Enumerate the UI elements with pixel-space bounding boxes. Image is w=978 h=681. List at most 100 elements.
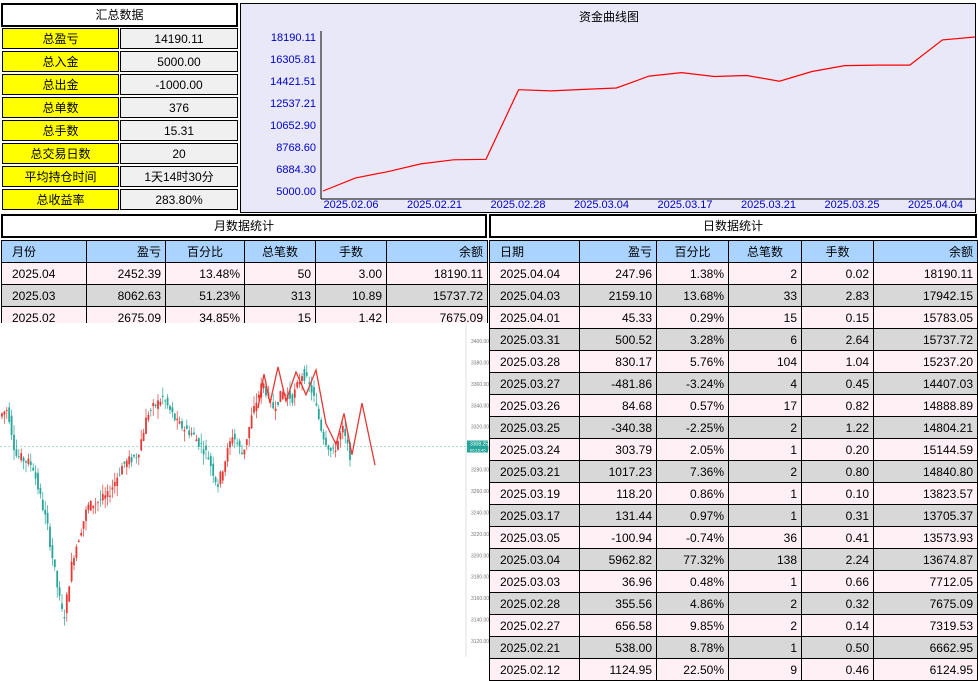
candle-body [34, 472, 37, 479]
daily-cell: 45.33 [579, 306, 657, 329]
candle-body [142, 432, 145, 441]
daily-cell: 15237.20 [873, 350, 978, 373]
daily-cell: 2025.03.03 [489, 570, 580, 593]
y-tick-label: 18190.11 [271, 32, 316, 44]
daily-cell: 0.97% [656, 504, 729, 527]
daily-table-row[interactable]: 2025.03.21 1017.23 7.36% 2 0.80 14840.80 [489, 460, 978, 483]
candle-body [229, 441, 231, 448]
daily-table-row[interactable]: 2025.02.21 538.00 8.78% 1 0.50 6662.95 [489, 636, 978, 659]
summary-row: 总手数 15.31 [1, 120, 238, 143]
daily-table-row[interactable]: 2025.04.01 45.33 0.29% 15 0.15 15783.05 [489, 306, 978, 329]
daily-table-row[interactable]: 2025.03.05 -100.94 -0.74% 36 0.41 13573.93 [489, 526, 978, 549]
monthly-title: 月数据统计 [1, 214, 487, 238]
price-axis-label: 3340.00 [471, 403, 489, 409]
daily-table-row[interactable]: 2025.04.03 2159.10 13.68% 33 2.83 17942.15 [489, 284, 978, 307]
candle-body [46, 512, 49, 524]
daily-cell: 4 [728, 372, 802, 395]
price-axis-label: 3120.00 [471, 639, 489, 645]
candle-body [241, 452, 243, 455]
candle-body [68, 586, 71, 602]
candle-body [277, 401, 279, 405]
daily-cell: 15783.05 [873, 306, 978, 329]
candle-body [85, 509, 87, 521]
daily-cell: 1124.95 [579, 658, 657, 681]
summary-row: 总收益率 283.80% [1, 189, 238, 212]
summary-row: 总单数 376 [1, 97, 238, 120]
candle-body [166, 397, 169, 406]
daily-col-header[interactable]: 总笔数 [728, 240, 802, 263]
candle-body [221, 471, 224, 481]
monthly-col-header[interactable]: 总笔数 [244, 240, 316, 263]
price-axis-label: 3200.00 [471, 553, 489, 559]
monthly-table-row[interactable]: 2025.03 8062.63 51.23% 313 10.89 15737.72 [1, 284, 488, 307]
monthly-col-header[interactable]: 余额 [386, 240, 488, 263]
candle-body [178, 421, 181, 424]
candle-body [70, 561, 73, 582]
daily-table-row[interactable]: 2025.03.28 830.17 5.76% 104 1.04 15237.20 [489, 350, 978, 373]
daily-cell: 830.17 [579, 350, 657, 373]
summary-value: 15.31 [120, 120, 238, 141]
candle-body [212, 463, 215, 476]
candle-body [3, 411, 6, 415]
daily-col-header[interactable]: 盈亏 [579, 240, 657, 263]
daily-cell: 5.76% [656, 350, 729, 373]
daily-table-row[interactable]: 2025.02.12 1124.95 22.50% 9 0.46 6124.95 [489, 658, 978, 681]
candle-body [310, 385, 313, 393]
daily-cell: 6662.95 [873, 636, 978, 659]
x-tick-label: 2025.02.06 [323, 199, 378, 211]
daily-cell: 77.32% [656, 548, 729, 571]
candle-body [226, 448, 229, 462]
candle-body [202, 449, 205, 455]
monthly-col-header[interactable]: 手数 [315, 240, 387, 263]
daily-cell: 538.00 [579, 636, 657, 659]
price-axis-label: 3240.00 [471, 510, 489, 516]
daily-cell: 2025.03.21 [489, 460, 580, 483]
candle-body [29, 461, 32, 466]
candle-body [63, 616, 66, 619]
price-axis-label: 3280.00 [471, 468, 489, 474]
daily-cell: 2025.03.05 [489, 526, 580, 549]
daily-col-header[interactable]: 手数 [801, 240, 874, 263]
candle-body [77, 540, 80, 543]
daily-table-row[interactable]: 2025.02.27 656.58 9.85% 2 0.14 7319.53 [489, 614, 978, 637]
monthly-col-header[interactable]: 百分比 [165, 240, 245, 263]
daily-col-header[interactable]: 百分比 [656, 240, 729, 263]
y-tick-label: 10652.90 [270, 120, 316, 132]
daily-table-row[interactable]: 2025.03.26 84.68 0.57% 17 0.82 14888.89 [489, 394, 978, 417]
candle-body [185, 425, 188, 429]
daily-table-row[interactable]: 2025.03.24 303.79 2.05% 1 0.20 15144.59 [489, 438, 978, 461]
candle-body [61, 603, 63, 610]
daily-table-row[interactable]: 2025.03.04 5962.82 77.32% 138 2.24 13674.87 [489, 548, 978, 571]
y-tick-label: 8768.60 [276, 142, 316, 154]
daily-table-row[interactable]: 2025.02.28 355.56 4.86% 2 0.32 7675.09 [489, 592, 978, 615]
monthly-col-header[interactable]: 盈亏 [86, 240, 166, 263]
candle-body [123, 461, 126, 464]
candle-body [149, 410, 152, 411]
x-tick-label: 2025.03.17 [657, 199, 712, 211]
daily-cell: 18190.11 [873, 262, 978, 285]
candle-body [217, 484, 219, 487]
monthly-table-row[interactable]: 2025.04 2452.39 13.48% 50 3.00 18190.11 [1, 262, 488, 285]
daily-cell: 118.20 [579, 482, 657, 505]
daily-table-row[interactable]: 2025.04.04 247.96 1.38% 2 0.02 18190.11 [489, 262, 978, 285]
daily-cell: 0.50 [801, 636, 874, 659]
daily-cell: 13674.87 [873, 548, 978, 571]
daily-table-row[interactable]: 2025.03.03 36.96 0.48% 1 0.66 7712.05 [489, 570, 978, 593]
candle-body [231, 437, 234, 444]
monthly-cell: 50 [244, 262, 316, 285]
daily-table-row[interactable]: 2025.03.17 131.44 0.97% 1 0.31 13705.37 [489, 504, 978, 527]
daily-col-header[interactable]: 日期 [489, 240, 580, 263]
candle-body [341, 425, 344, 433]
daily-cell: 2025.02.27 [489, 614, 580, 637]
daily-table-row[interactable]: 2025.03.19 118.20 0.86% 1 0.10 13823.57 [489, 482, 978, 505]
daily-cell: 2 [728, 460, 802, 483]
daily-table-row[interactable]: 2025.03.31 500.52 3.28% 6 2.64 15737.72 [489, 328, 978, 351]
daily-table-row[interactable]: 2025.03.27 -481.86 -3.24% 4 0.45 14407.03 [489, 372, 978, 395]
candle-body [53, 559, 56, 568]
daily-cell: 1 [728, 438, 802, 461]
candle-body [159, 401, 162, 405]
daily-col-header[interactable]: 余额 [873, 240, 978, 263]
daily-table-row[interactable]: 2025.03.25 -340.38 -2.25% 2 1.22 14804.21 [489, 416, 978, 439]
monthly-cell: 51.23% [165, 284, 245, 307]
monthly-col-header[interactable]: 月份 [1, 240, 87, 263]
